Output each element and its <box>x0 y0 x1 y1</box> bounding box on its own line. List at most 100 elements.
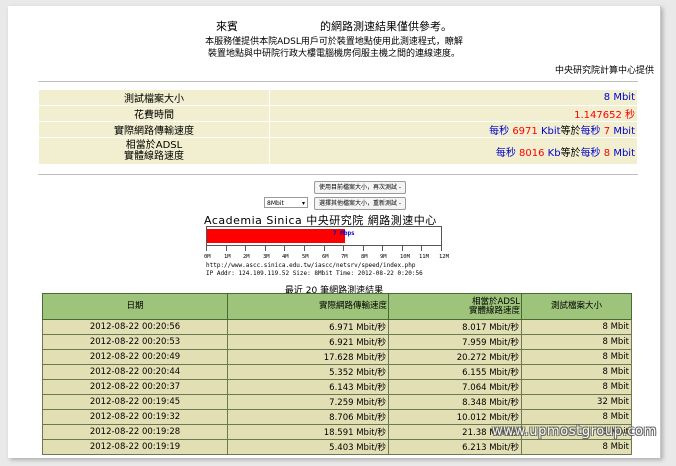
row-speed: 6.143 Mbit/秒 <box>227 379 389 395</box>
row-speed: 6.971 Mbit/秒 <box>227 319 389 335</box>
speed-prefix: 每秒 <box>489 126 510 137</box>
row-file-size: 8 Mbit <box>521 319 632 335</box>
scale-tick <box>245 246 246 251</box>
row-speed: 8.706 Mbit/秒 <box>227 409 389 425</box>
guest-label: 來賓 <box>216 20 238 33</box>
scale-tick <box>324 246 325 251</box>
recent-results-header: 日期 實際網路傳輸速度 相當於ADSL 實體線路速度 測試檔案大小 <box>42 293 632 320</box>
adsl-prefix2: 每秒 <box>580 147 601 159</box>
speed-label: 實際網路傳輸速度 <box>38 121 270 138</box>
speed-kbit-unit: Kbit <box>540 126 561 137</box>
adsl-kb-unit: Kb <box>547 147 561 159</box>
row-speed: 18.591 Mbit/秒 <box>227 424 389 440</box>
row-speed: 6.921 Mbit/秒 <box>227 334 389 350</box>
speed-prefix2: 每秒 <box>580 126 601 137</box>
row-speed: 7.259 Mbit/秒 <box>227 394 389 410</box>
col-speed: 實際網路傳輸速度 <box>227 293 389 320</box>
scale-tick <box>284 246 285 251</box>
adsl-value-cell: 每秒 8016 Kb等於每秒 8 Mbit <box>269 137 638 165</box>
table-row: 2012-08-22 00:20:44 5.352 Mbit/秒 6.155 Mbi… <box>42 364 632 380</box>
divider-middle <box>38 174 638 175</box>
row-adsl: 20.272 Mbit/秒 <box>388 349 522 365</box>
row-file-size: 8 Mbit <box>521 349 632 365</box>
row-file-size: 8 Mbit <box>521 364 632 380</box>
adsl-prefix: 每秒 <box>495 147 516 159</box>
adsl-label-line2: 實體線路速度 <box>124 151 184 162</box>
scale-tick-label: 3M <box>263 254 270 260</box>
provider-label: 中央研究院計算中心提供 <box>554 66 654 76</box>
speed-mbit-unit: Mbit <box>613 126 635 137</box>
scale-tick-label: 9M <box>380 254 387 260</box>
time-unit: 秒 <box>625 110 635 121</box>
row-file-size: 32 Mbit <box>521 394 632 410</box>
row-file-size: 8 Mbit <box>521 379 632 395</box>
speed-mbit: 7 <box>603 126 611 137</box>
row-file-size: 8 Mbit <box>521 334 632 350</box>
retest-button[interactable]: 使用目前檔案大小，再次測試 - <box>314 181 407 194</box>
row-adsl: 6.155 Mbit/秒 <box>388 364 522 380</box>
row-file-size: 8 Mbit <box>521 409 632 425</box>
chevron-down-icon: ▾ <box>301 200 305 207</box>
scale-tick-label: 0M <box>204 254 211 260</box>
browser-page: 來賓 的網路測速結果僅供參考。 本服務僅提供本院ADSL用戶可於裝置地點使用此測速… <box>8 6 661 458</box>
scale-tick <box>265 246 266 251</box>
row-adsl: 6.213 Mbit/秒 <box>388 439 522 455</box>
adsl-label: 相當於ADSL 實體線路速度 <box>38 137 270 165</box>
select-retest-button[interactable]: 選擇其他檔案大小，重新測試 - <box>314 197 407 210</box>
speed-bar-fill <box>207 229 345 243</box>
adsl-equals: 等於 <box>560 147 581 159</box>
adsl-row: 相當於ADSL 實體線路速度 每秒 8016 Kb等於每秒 8 Mbit <box>38 137 638 165</box>
speed-bar-track: 7 Mbps <box>206 226 442 246</box>
row-adsl: 7.064 Mbit/秒 <box>388 379 522 395</box>
row-date: 2012-08-22 00:19:32 <box>42 409 228 425</box>
file-size-row: 測試檔案大小 8 Mbit <box>38 89 638 106</box>
row-date: 2012-08-22 00:20:56 <box>42 319 228 335</box>
scale-tick-label: 7M <box>341 254 348 260</box>
scale-tick <box>343 246 344 251</box>
scale-tick-label: 4M <box>282 254 289 260</box>
row-adsl: 10.012 Mbit/秒 <box>388 409 522 425</box>
row-date: 2012-08-22 00:19:28 <box>42 424 228 440</box>
service-description-2: 裝置地點與中研院行政大樓電腦機房伺服主機之間的連線速度。 <box>207 49 460 59</box>
table-row: 2012-08-22 00:20:56 6.971 Mbit/秒 8.017 Mbi… <box>42 319 632 335</box>
table-row: 2012-08-22 00:19:19 5.403 Mbit/秒 6.213 Mbi… <box>42 439 632 455</box>
table-row: 2012-08-22 00:20:49 17.628 Mbit/秒 20.272 M… <box>42 349 632 365</box>
ip-info: IP Addr: 124.109.119.52 Size: 8Mbit Time… <box>206 270 423 277</box>
scale-tick <box>226 246 227 251</box>
guest-notice: 來賓 的網路測速結果僅供參考。 <box>8 18 660 34</box>
col-date: 日期 <box>42 293 228 320</box>
scale-tick <box>441 246 442 251</box>
time-row: 花費時間 1.147652 秒 <box>38 105 638 122</box>
row-date: 2012-08-22 00:20:49 <box>42 349 228 365</box>
row-speed: 17.628 Mbit/秒 <box>227 349 389 365</box>
table-row: 2012-08-22 00:19:32 8.706 Mbit/秒 10.012 Mb… <box>42 409 632 425</box>
scale-tick-label: 2M <box>243 254 250 260</box>
notice-text: 的網路測速結果僅供參考。 <box>320 20 452 33</box>
time-label: 花費時間 <box>38 105 270 122</box>
scale-tick <box>304 246 305 251</box>
speed-value-cell: 每秒 6971 Kbit等於每秒 7 Mbit <box>269 121 638 138</box>
scale-tick-label: 8M <box>361 254 368 260</box>
adsl-label-line1: 相當於ADSL <box>125 140 183 151</box>
scale-tick <box>421 246 422 251</box>
scale-tick-label: 11M <box>419 254 429 260</box>
table-row: 2012-08-22 00:19:45 7.259 Mbit/秒 8.348 Mbi… <box>42 394 632 410</box>
col-file-size: 測試檔案大小 <box>521 293 632 320</box>
watermark: www.upmostgroup.com <box>492 424 657 439</box>
row-speed: 5.352 Mbit/秒 <box>227 364 389 380</box>
time-value-cell: 1.147652 秒 <box>269 105 638 122</box>
file-size-label: 測試檔案大小 <box>38 89 270 106</box>
file-size-select-value: 8Mbit <box>267 200 284 207</box>
adsl-mbit: 8 <box>603 147 611 159</box>
row-date: 2012-08-22 00:19:19 <box>42 439 228 455</box>
row-date: 2012-08-22 00:20:37 <box>42 379 228 395</box>
file-size-select[interactable]: 8Mbit ▾ <box>264 197 308 208</box>
row-speed: 5.403 Mbit/秒 <box>227 439 389 455</box>
adsl-mbit-unit: Mbit <box>613 147 635 159</box>
result-summary-table: 測試檔案大小 8 Mbit 花費時間 1.147652 秒 實際網路傳輸速度 每… <box>38 89 638 165</box>
speed-bar-label: 7 Mbps <box>333 230 355 237</box>
scale-tick-label: 1M <box>224 254 231 260</box>
row-date: 2012-08-22 00:20:53 <box>42 334 228 350</box>
row-adsl: 7.959 Mbit/秒 <box>388 334 522 350</box>
row-file-size: 8 Mbit <box>521 439 632 455</box>
